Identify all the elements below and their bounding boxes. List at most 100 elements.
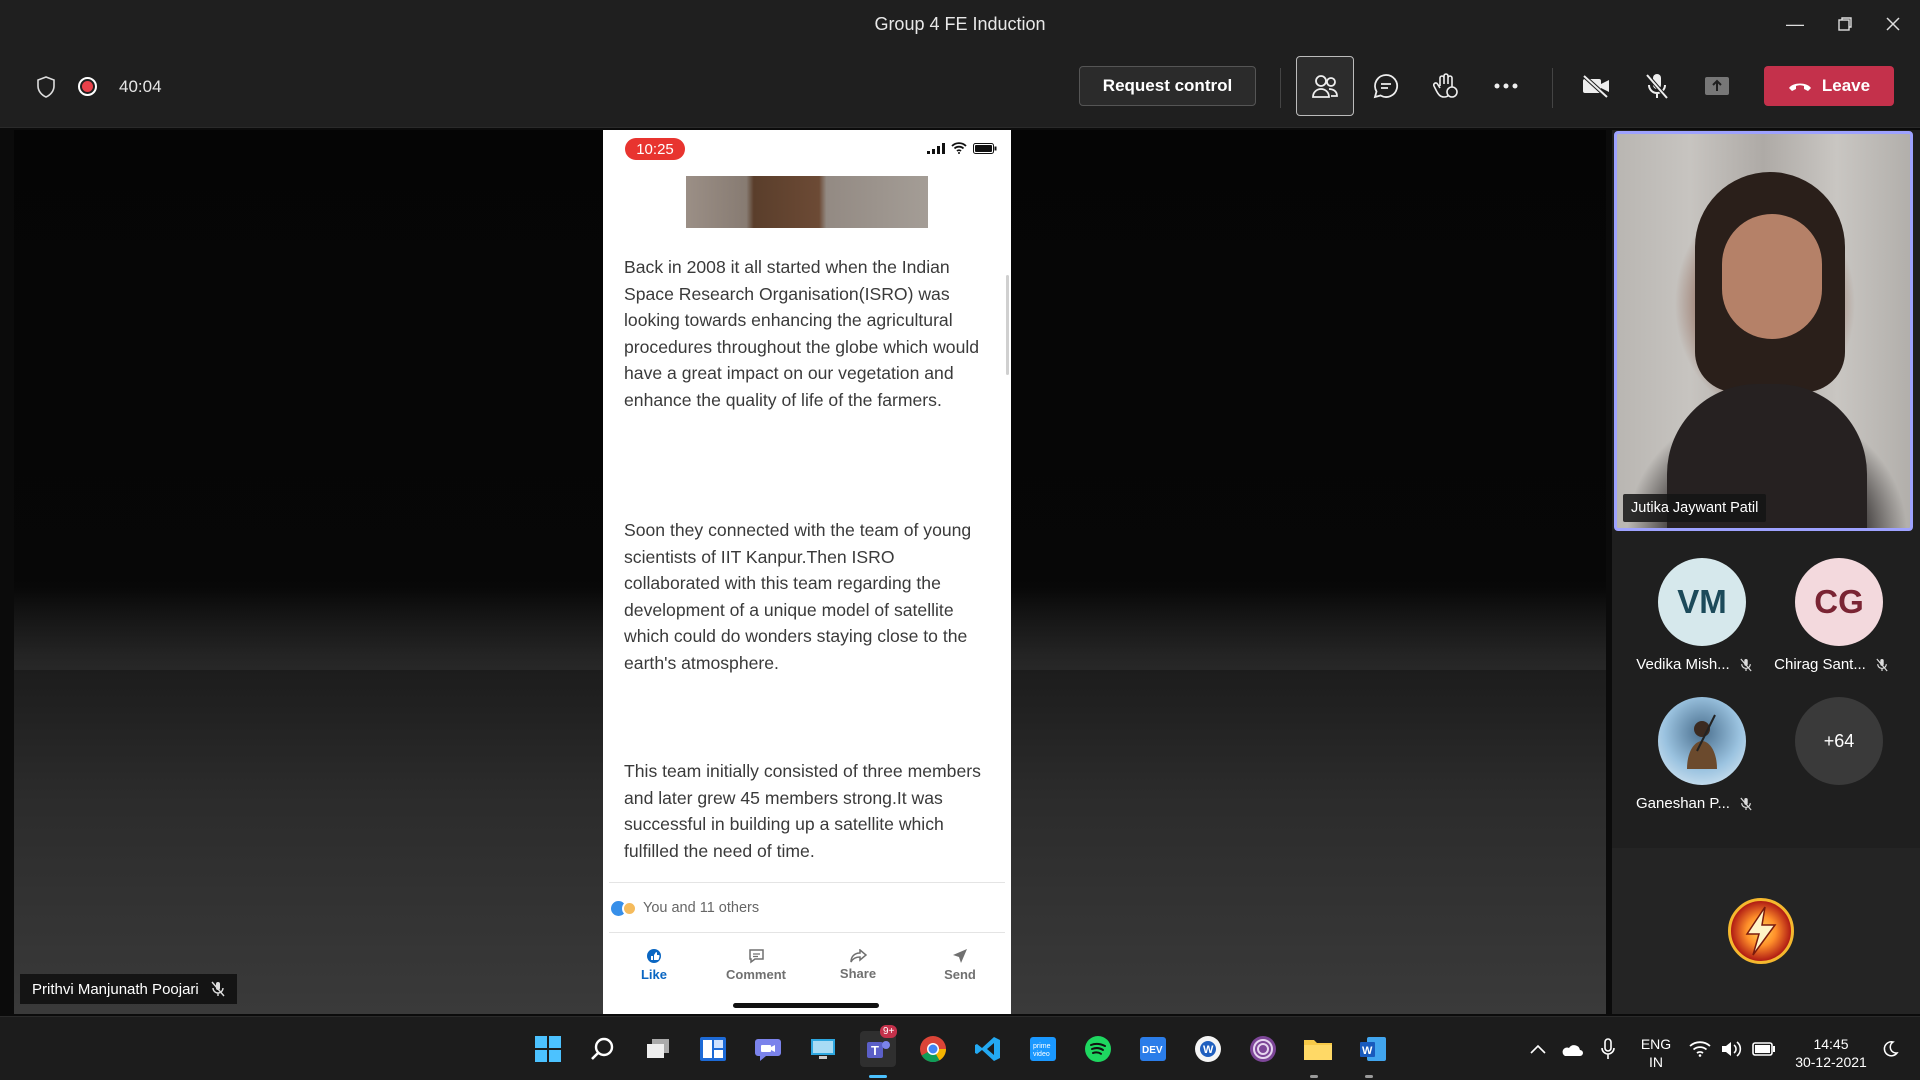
teams-icon[interactable]: T 9+ xyxy=(860,1025,898,1067)
participant-name-row: Ganeshan P... xyxy=(1624,795,1764,812)
post-image xyxy=(686,176,928,228)
svg-text:W: W xyxy=(1362,1045,1373,1057)
svg-text:T: T xyxy=(871,1043,879,1058)
share-tray-icon xyxy=(1705,77,1729,95)
vscode-icon[interactable] xyxy=(970,1031,1006,1067)
comment-icon xyxy=(748,949,764,964)
mic-off-icon xyxy=(1645,73,1669,100)
like-button[interactable]: Like xyxy=(603,940,705,990)
spotify-icon[interactable] xyxy=(1080,1031,1116,1067)
send-button[interactable]: Send xyxy=(909,940,1011,990)
recording-icon xyxy=(78,77,97,96)
leave-button[interactable]: Leave xyxy=(1764,66,1894,106)
mic-toggle-button[interactable] xyxy=(1628,56,1686,116)
participants-button[interactable] xyxy=(1296,56,1354,116)
focus-moon-icon[interactable] xyxy=(1876,1031,1904,1067)
post-paragraph-1: Back in 2008 it all started when the Ind… xyxy=(624,257,980,410)
close-icon[interactable] xyxy=(1870,8,1916,40)
chat-icon xyxy=(1373,74,1398,99)
phone-status-bar: 10:25 xyxy=(603,130,1011,166)
shared-phone-screen: 10:25 Back in 2008 it all started when t… xyxy=(603,130,1011,1014)
svg-text:DEV: DEV xyxy=(1142,1045,1163,1056)
dev-icon[interactable]: DEV xyxy=(1135,1031,1171,1067)
request-control-button[interactable]: Request control xyxy=(1079,66,1256,106)
overflow-count: +64 xyxy=(1795,697,1883,785)
camera-toggle-button[interactable] xyxy=(1567,56,1625,116)
toolbar-divider xyxy=(1552,68,1553,108)
people-icon xyxy=(1312,75,1338,98)
file-explorer-icon[interactable] xyxy=(1300,1031,1336,1067)
wifi-icon xyxy=(951,142,967,154)
home-indicator xyxy=(733,1003,879,1008)
send-label: Send xyxy=(944,967,976,982)
avatar: CG xyxy=(1795,558,1883,646)
camera-off-icon xyxy=(1582,74,1609,98)
post-action-bar: Like Comment Share Send xyxy=(603,940,1011,990)
participant-tile[interactable]: VM Vedika Mish... xyxy=(1624,558,1764,678)
volume-icon[interactable] xyxy=(1718,1031,1746,1067)
region-code: IN xyxy=(1649,1054,1663,1070)
remote-desktop-icon[interactable] xyxy=(805,1031,841,1067)
restore-icon[interactable] xyxy=(1822,8,1868,40)
chat-icon[interactable] xyxy=(750,1031,786,1067)
battery-icon[interactable] xyxy=(1750,1031,1778,1067)
minimize-icon[interactable]: — xyxy=(1772,8,1818,40)
clock-area[interactable]: 14:45 30-12-2021 xyxy=(1790,1035,1872,1071)
svg-text:video: video xyxy=(1033,1051,1050,1058)
comment-button[interactable]: Comment xyxy=(705,940,807,990)
send-icon xyxy=(953,949,967,963)
like-icon xyxy=(647,949,661,963)
widgets-icon[interactable] xyxy=(695,1031,731,1067)
teams-badge: 9+ xyxy=(880,1025,898,1038)
shield-icon xyxy=(36,76,56,103)
chevron-up-icon[interactable] xyxy=(1526,1031,1550,1067)
svg-text:W: W xyxy=(1203,1044,1214,1056)
share-button[interactable]: Share xyxy=(807,940,909,990)
more-participants-tile[interactable]: +64 xyxy=(1761,697,1901,817)
toolbar-divider xyxy=(1280,68,1281,108)
avatar: VM xyxy=(1658,558,1746,646)
share-label: Share xyxy=(839,966,877,981)
windows-taskbar: T 9+ prime video DEV W W ENG IN 14:45 30… xyxy=(0,1016,1920,1080)
language-code: ENG xyxy=(1640,1036,1672,1052)
taskbar-time: 14:45 xyxy=(1813,1036,1849,1052)
battery-icon xyxy=(973,142,997,154)
wifi-icon[interactable] xyxy=(1686,1031,1714,1067)
participant-name: Vedika Mish... xyxy=(1636,656,1730,673)
chat-button[interactable] xyxy=(1357,56,1415,116)
participant-tile[interactable]: CG Chirag Sant... xyxy=(1761,558,1901,678)
participant-name-row: Chirag Sant... xyxy=(1761,656,1901,673)
app-icon[interactable]: W xyxy=(1190,1031,1226,1067)
reactions-summary[interactable]: You and 11 others xyxy=(611,900,759,916)
onedrive-icon[interactable] xyxy=(1556,1031,1586,1067)
open-app-indicator xyxy=(1365,1075,1373,1078)
divider xyxy=(609,932,1005,933)
prime-video-icon[interactable]: prime video xyxy=(1025,1031,1061,1067)
microphone-icon[interactable] xyxy=(1594,1031,1622,1067)
active-speaker-video[interactable]: Jutika Jaywant Patil xyxy=(1614,131,1913,531)
language-indicator[interactable]: ENG IN xyxy=(1636,1035,1676,1071)
more-options-button[interactable] xyxy=(1477,56,1535,116)
reactions-button[interactable] xyxy=(1417,56,1475,116)
phone-scrollbar[interactable] xyxy=(1006,275,1009,375)
task-view-icon[interactable] xyxy=(640,1031,676,1067)
tor-browser-icon[interactable] xyxy=(1245,1031,1281,1067)
windows-start-icon[interactable] xyxy=(530,1031,566,1067)
active-app-indicator xyxy=(869,1075,887,1078)
taskbar-date: 30-12-2021 xyxy=(1795,1054,1867,1070)
participant-tile[interactable]: Ganeshan P... xyxy=(1624,697,1764,817)
word-icon[interactable]: W xyxy=(1355,1031,1391,1067)
meeting-timer: 40:04 xyxy=(119,77,162,96)
chrome-icon[interactable] xyxy=(915,1031,951,1067)
phone-status-icons xyxy=(927,142,997,154)
open-app-indicator xyxy=(1310,1075,1318,1078)
search-icon[interactable] xyxy=(585,1031,621,1067)
meeting-toolbar: 40:04 Request control Leave xyxy=(0,48,1920,128)
presenter-name-tag: Prithvi Manjunath Poojari xyxy=(20,974,237,1004)
participant-name-row: Vedika Mish... xyxy=(1624,656,1764,673)
celebrate-reaction-icon xyxy=(622,900,637,916)
comment-label: Comment xyxy=(726,967,786,982)
post-paragraph-3: This team initially consisted of three m… xyxy=(624,761,981,861)
phone-hangup-icon xyxy=(1788,83,1811,91)
share-screen-button[interactable] xyxy=(1688,56,1746,116)
